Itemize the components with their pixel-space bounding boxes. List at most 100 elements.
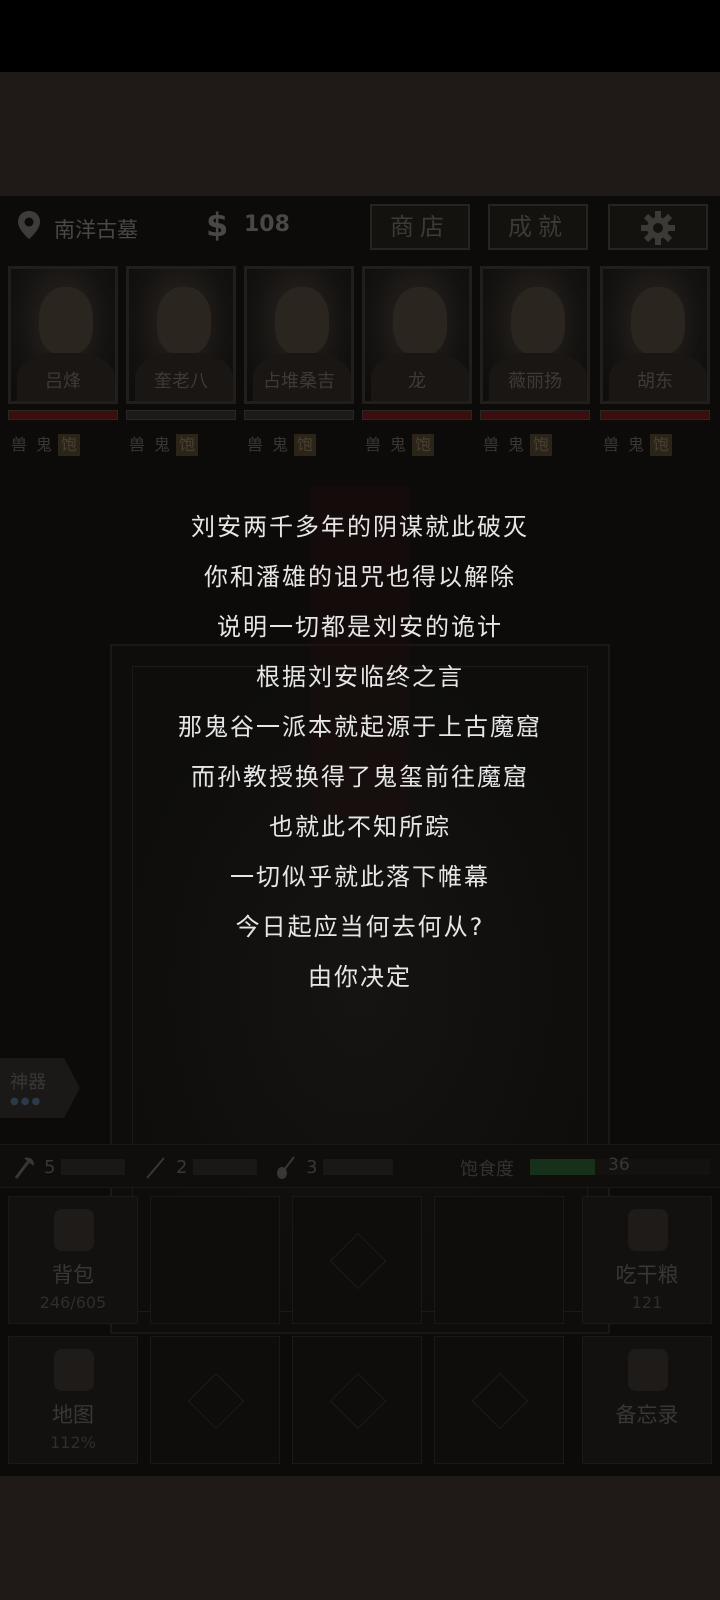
ghost-tag: 鬼 (389, 435, 406, 454)
story-line: 今日起应当何去何从? (235, 913, 485, 941)
empty-slot (292, 1196, 422, 1324)
full-tag: 饱 (650, 434, 672, 456)
status-tags: 兽 鬼 饱 (362, 434, 472, 456)
full-tag: 饱 (58, 434, 80, 456)
character-name: 占堆桑吉 (263, 371, 335, 392)
eat-ration-button[interactable]: 吃干粮 121 (582, 1196, 712, 1324)
pickaxe-count: 2 (176, 1156, 188, 1178)
ghost-tag: 鬼 (627, 435, 644, 454)
hunger-value: 36 (608, 1155, 630, 1175)
character-name: 胡东 (637, 371, 673, 392)
beast-tag: 兽 (128, 435, 145, 454)
ghost-tag: 鬼 (507, 435, 524, 454)
location-pin-icon (18, 211, 40, 239)
full-tag: 饱 (176, 434, 198, 456)
status-tags: 兽 鬼 饱 (480, 434, 590, 456)
story-line: 那鬼谷一派本就起源于上古魔窟 (178, 713, 542, 741)
character-slot-5[interactable]: 薇丽扬 兽 鬼 饱 (480, 266, 590, 456)
backpack-icon (54, 1209, 94, 1251)
top-letterbox (0, 72, 720, 196)
axe-bar (61, 1159, 126, 1175)
axe-tool: 5 (12, 1153, 126, 1181)
settings-button[interactable] (608, 204, 708, 250)
shop-button[interactable]: 商店 (370, 204, 470, 250)
health-bar (480, 410, 590, 420)
character-portrait: 胡东 (600, 266, 710, 404)
health-bar (362, 410, 472, 420)
ghost-tag: 鬼 (35, 435, 52, 454)
memo-label: 备忘录 (615, 1403, 679, 1427)
memo-button[interactable]: 备忘录 (582, 1336, 712, 1464)
shovel-count: 3 (306, 1156, 318, 1178)
artifact-tab[interactable]: 神器 ●●● (0, 1058, 80, 1118)
game-screen: 南洋古墓 $ 108 商店 成就 吕烽 兽 鬼 饱 奎老八 兽 鬼 饱 占堆桑吉… (0, 196, 720, 1476)
character-portrait: 奎老八 (126, 266, 236, 404)
beast-tag: 兽 (482, 435, 499, 454)
story-line: 说明一切都是刘安的诡计 (217, 613, 503, 641)
artifact-label: 神器 (10, 1072, 46, 1093)
character-slot-1[interactable]: 吕烽 兽 鬼 饱 (8, 266, 118, 456)
story-line: 一切似乎就此落下帷幕 (230, 863, 490, 891)
achievements-button[interactable]: 成就 (488, 204, 588, 250)
story-line: 根据刘安临终之言 (256, 663, 464, 691)
ration-count: 121 (631, 1293, 663, 1312)
character-slot-6[interactable]: 胡东 兽 鬼 饱 (600, 266, 710, 456)
empty-slot (150, 1196, 280, 1324)
status-tags: 兽 鬼 饱 (126, 434, 236, 456)
shovel-tool: 3 (274, 1153, 394, 1181)
empty-slot (292, 1336, 422, 1464)
character-name: 奎老八 (154, 371, 208, 392)
bottom-letterbox (0, 1476, 720, 1600)
character-slot-2[interactable]: 奎老八 兽 鬼 饱 (126, 266, 236, 456)
story-line: 也就此不知所踪 (269, 813, 451, 841)
artifact-dots: ●●● (10, 1096, 43, 1107)
empty-slot (434, 1196, 564, 1324)
pickaxe-icon (146, 1157, 165, 1179)
status-tags: 兽 鬼 饱 (600, 434, 710, 456)
empty-slot (150, 1336, 280, 1464)
story-line: 由你决定 (308, 963, 412, 991)
character-name: 薇丽扬 (508, 371, 562, 392)
character-slot-4[interactable]: 龙 兽 鬼 饱 (362, 266, 472, 456)
map-label: 地图 (52, 1403, 94, 1427)
food-bag-icon (628, 1209, 668, 1251)
tool-bar: 5 2 3 饱食度 36 (0, 1144, 720, 1188)
gear-icon (641, 211, 675, 245)
health-bar (600, 410, 710, 420)
beast-tag: 兽 (364, 435, 381, 454)
top-bar: 南洋古墓 $ 108 商店 成就 (0, 196, 720, 258)
beast-tag: 兽 (246, 435, 263, 454)
story-text[interactable]: 刘安两千多年的阴谋就此破灭 你和潘雄的诅咒也得以解除 说明一切都是刘安的诡计 根… (0, 502, 720, 1002)
backpack-button[interactable]: 背包 246/605 (8, 1196, 138, 1324)
health-bar (244, 410, 354, 420)
map-progress: 112% (50, 1433, 96, 1452)
health-bar (126, 410, 236, 420)
story-line: 而孙教授换得了鬼玺前往魔窟 (191, 763, 529, 791)
empty-slot (434, 1336, 564, 1464)
axe-icon (14, 1157, 34, 1179)
character-portrait: 薇丽扬 (480, 266, 590, 404)
money-icon: $ (206, 206, 229, 244)
location-name: 南洋古墓 (54, 218, 138, 242)
character-name: 吕烽 (45, 371, 81, 392)
map-button[interactable]: 地图 112% (8, 1336, 138, 1464)
map-icon (54, 1349, 94, 1391)
character-name: 龙 (408, 371, 426, 392)
character-portrait: 占堆桑吉 (244, 266, 354, 404)
eat-ration-label: 吃干粮 (615, 1263, 679, 1287)
status-bar-area (0, 0, 720, 72)
memo-icon (628, 1349, 668, 1391)
ghost-tag: 鬼 (271, 435, 288, 454)
character-slot-3[interactable]: 占堆桑吉 兽 鬼 饱 (244, 266, 354, 456)
character-portrait: 龙 (362, 266, 472, 404)
character-portrait: 吕烽 (8, 266, 118, 404)
status-tags: 兽 鬼 饱 (244, 434, 354, 456)
shovel-bar (323, 1159, 394, 1175)
full-tag: 饱 (294, 434, 316, 456)
shovel-icon (277, 1156, 295, 1179)
hunger-label: 饱食度 (460, 1159, 514, 1180)
backpack-label: 背包 (52, 1263, 94, 1287)
axe-count: 5 (44, 1156, 56, 1178)
full-tag: 饱 (530, 434, 552, 456)
health-bar (8, 410, 118, 420)
